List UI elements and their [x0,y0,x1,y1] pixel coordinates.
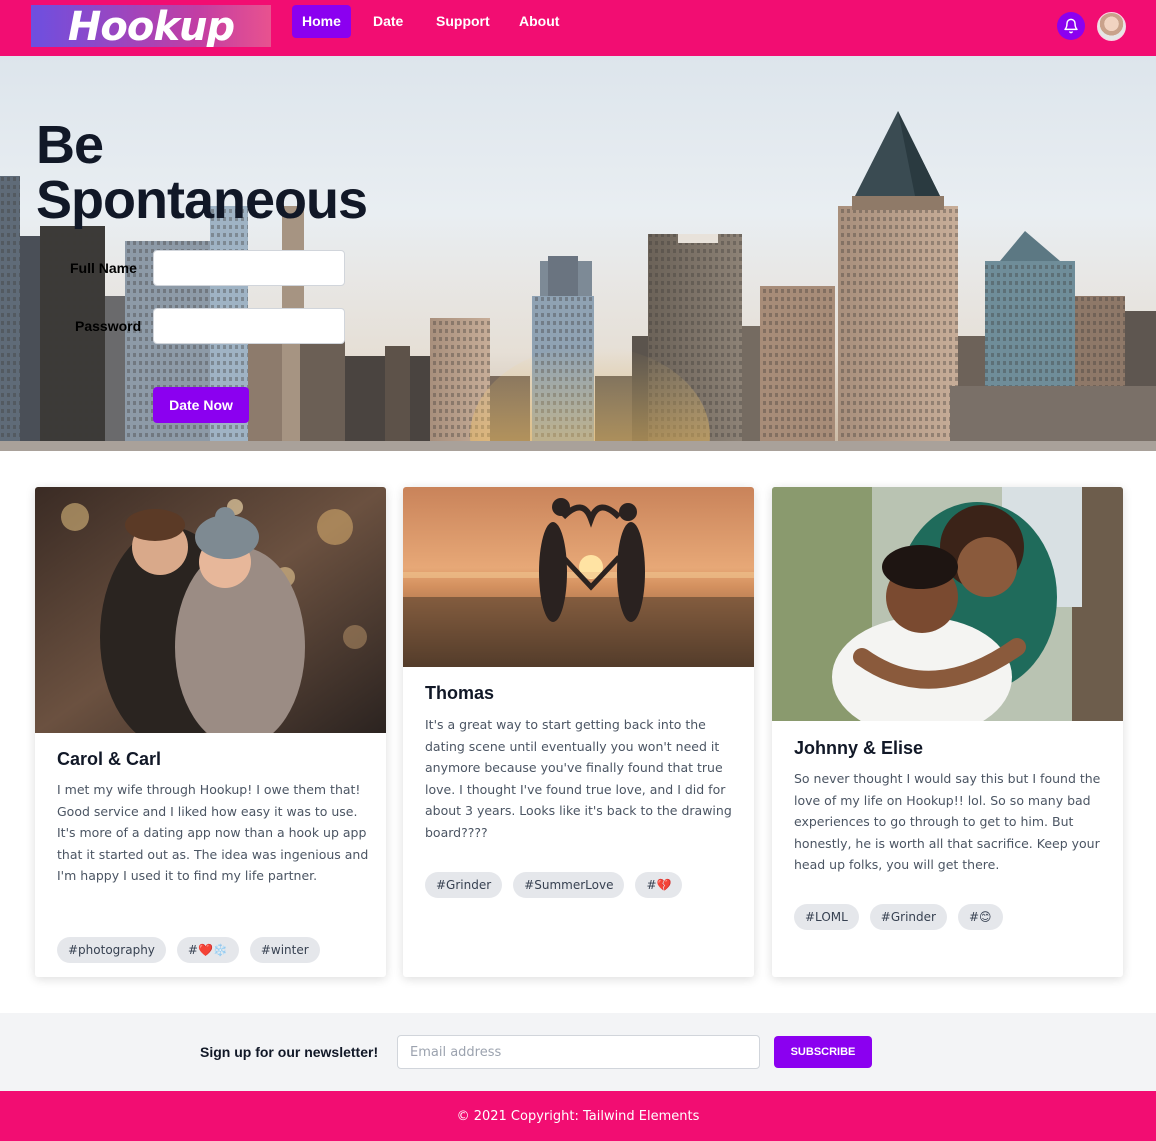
card-3-tags: #LOML #Grinder #😊 [794,904,1003,930]
nav-link-support[interactable]: Support [426,5,500,38]
subscribe-button[interactable]: SUBSCRIBE [774,1036,872,1068]
card-2-text: It's a great way to start getting back i… [425,717,732,840]
card-1-photo [35,487,386,733]
hero-section: Be Spontaneous Full Name Password Date N… [0,56,1156,451]
footer-copyright: © 2021 Copyright: Tailwind Elements [456,1108,700,1124]
card-1-tags: #photography #❤️❄️ #winter [57,937,320,963]
tag[interactable]: #Grinder [425,872,503,898]
tag[interactable]: #photography [57,937,166,963]
card-2-photo [403,487,754,667]
newsletter-email-input[interactable] [397,1035,760,1069]
testimonial-card-3: Johnny & Elise So never thought I would … [772,487,1123,977]
testimonial-card-2: Thomas It's a great way to start getting… [403,487,754,977]
full-name-input[interactable] [153,250,345,286]
nav-link-home[interactable]: Home [292,5,351,38]
notifications-button[interactable] [1057,12,1085,40]
nav-link-date[interactable]: Date [363,5,413,38]
tag[interactable]: #Grinder [869,904,947,930]
hero-title-line1: Be [36,115,104,175]
top-navbar: Hookup Home Date Support About [0,0,1156,56]
card-3-text: So never thought I would say this but I … [794,771,1101,872]
tag[interactable]: #❤️❄️ [176,937,239,963]
brand-logo[interactable]: Hookup [31,5,271,47]
card-3-photo [772,487,1123,721]
password-label: Password [75,318,142,334]
newsletter-label: Sign up for our newsletter! [200,1044,379,1060]
tag[interactable]: #😊 [957,904,1003,930]
card-2-tags: #Grinder #SummerLove #💔 [425,872,683,898]
hero-title: Be Spontaneous [36,115,368,230]
newsletter-section: Sign up for our newsletter! SUBSCRIBE [0,1013,1156,1091]
full-name-label: Full Name [70,260,137,276]
tag[interactable]: #LOML [794,904,859,930]
card-1-title: Carol & Carl [57,749,162,769]
tag[interactable]: #SummerLove [513,872,625,898]
password-input[interactable] [153,308,345,344]
hero-title-line2: Spontaneous [36,170,368,230]
brand-logo-text: Hookup [67,5,235,47]
tag[interactable]: #💔 [635,872,683,898]
card-3-title: Johnny & Elise [794,738,924,758]
testimonial-card-1: Carol & Carl I met my wife through Hooku… [35,487,386,977]
tag[interactable]: #winter [249,937,320,963]
bell-icon [1064,18,1078,34]
footer: © 2021 Copyright: Tailwind Elements [0,1091,1156,1141]
nav-link-about[interactable]: About [509,5,569,38]
user-avatar[interactable] [1097,12,1126,41]
card-2-title: Thomas [425,683,495,703]
date-now-button[interactable]: Date Now [153,387,249,423]
card-1-text: I met my wife through Hookup! I owe them… [57,782,369,883]
